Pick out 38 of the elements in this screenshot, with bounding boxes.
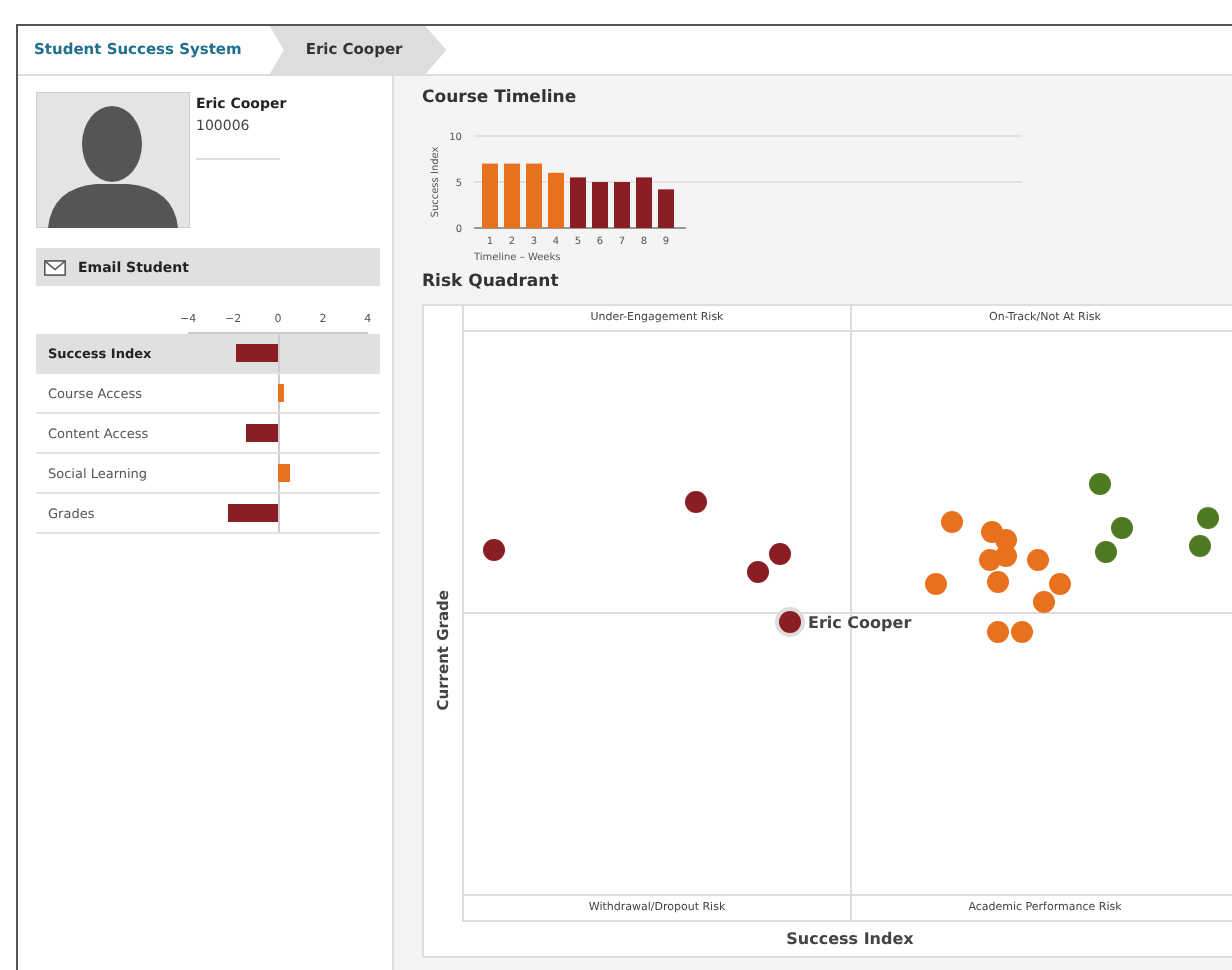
timeline-bar <box>592 182 608 228</box>
student-dot[interactable] <box>987 621 1009 643</box>
factor-bar <box>278 464 290 482</box>
axis-title: Success Index <box>784 930 916 948</box>
student-dot[interactable] <box>941 511 963 533</box>
student-dot[interactable] <box>995 545 1017 567</box>
section-title: Risk Quadrant <box>422 272 561 296</box>
student-dot[interactable] <box>769 543 791 565</box>
section-title: Course Timeline <box>422 88 579 112</box>
timeline-bar <box>548 172 564 228</box>
envelope-icon <box>44 259 66 275</box>
highlighted-student-dot[interactable] <box>774 606 806 638</box>
student-dot[interactable] <box>1189 535 1211 557</box>
timeline-bar <box>482 163 498 228</box>
student-dot[interactable] <box>1197 507 1219 529</box>
student-dot[interactable] <box>1011 621 1033 643</box>
student-dot[interactable] <box>685 491 707 513</box>
student-label: Eric Cooper <box>808 614 912 632</box>
timeline-bar <box>614 182 630 228</box>
factor-bar <box>246 424 278 442</box>
student-dot[interactable] <box>483 539 505 561</box>
student-dot[interactable] <box>747 561 769 583</box>
factor-bar <box>235 344 278 362</box>
student-dot[interactable] <box>1089 473 1111 495</box>
student-dot[interactable] <box>1095 541 1117 563</box>
factor-bar <box>228 504 278 522</box>
timeline-bar <box>636 177 652 228</box>
student-dot[interactable] <box>1033 591 1055 613</box>
timeline-bar <box>504 163 520 228</box>
student-dot[interactable] <box>925 573 947 595</box>
factor-bar <box>278 384 285 402</box>
student-dot[interactable] <box>1111 517 1133 539</box>
student-dot[interactable] <box>1049 573 1071 595</box>
student-dot[interactable] <box>987 571 1009 593</box>
timeline-bar <box>658 189 674 228</box>
timeline-bar <box>570 177 586 228</box>
student-dot[interactable] <box>1027 549 1049 571</box>
timeline-bar <box>526 163 542 228</box>
